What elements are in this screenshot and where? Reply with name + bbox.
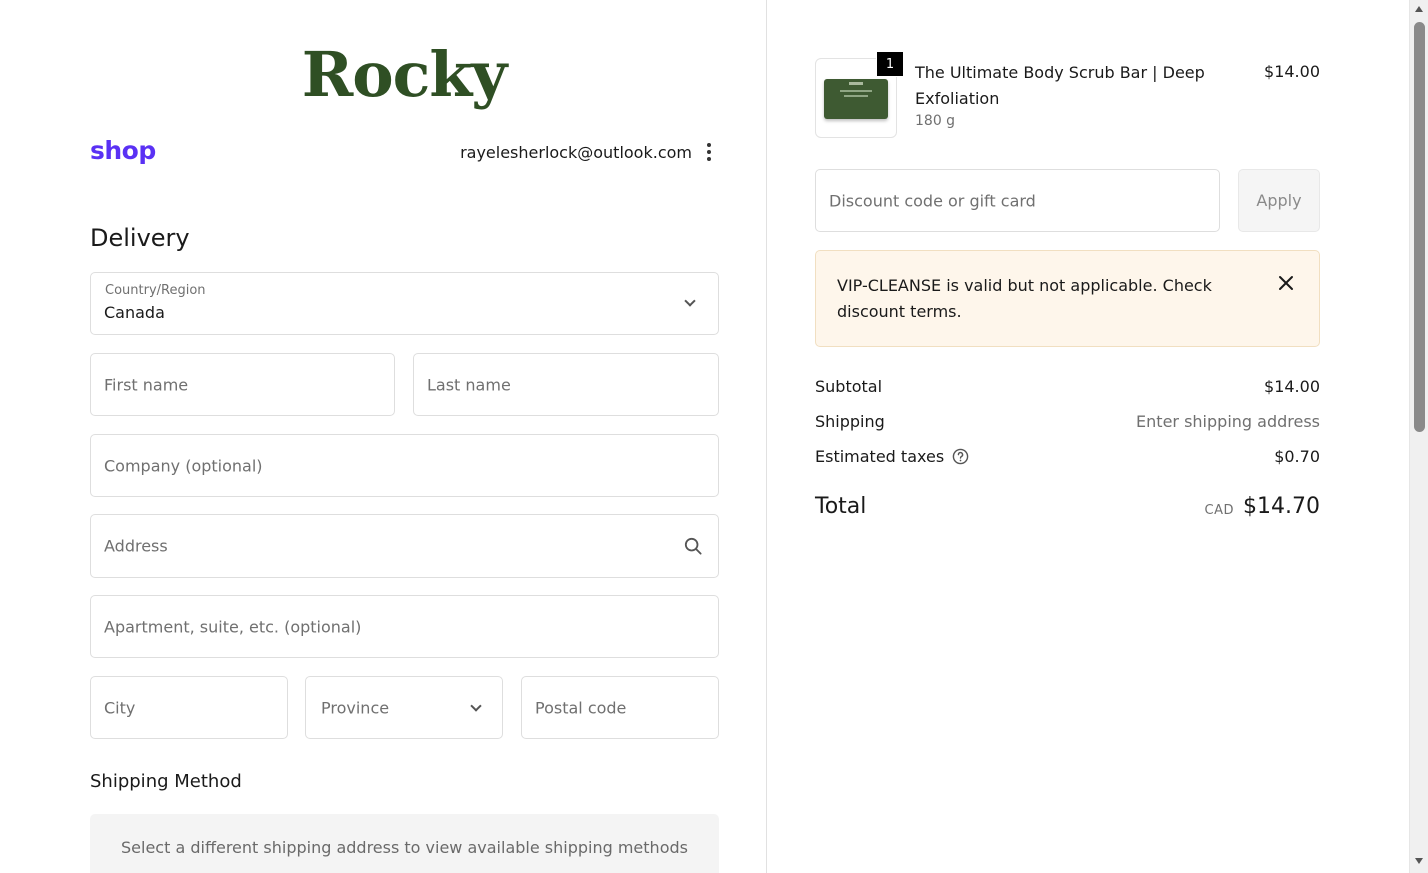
search-icon[interactable] — [684, 537, 702, 555]
country-label: Country/Region — [105, 283, 206, 298]
checkout-form-panel: Rocky shop rayelesherlock@outlook.com De… — [0, 0, 766, 873]
discount-notice-text: VIP-CLEANSE is valid but not applicable.… — [837, 276, 1212, 321]
country-select[interactable]: Country/Region Canada — [90, 272, 719, 335]
country-value: Canada — [104, 303, 165, 322]
discount-code-field[interactable]: Discount code or gift card — [815, 169, 1220, 232]
chevron-down-icon — [684, 295, 696, 307]
shop-pay-logo: shop — [90, 136, 156, 165]
total-label: Total — [815, 494, 867, 519]
shipping-value: Enter shipping address — [1136, 412, 1320, 431]
address-placeholder: Address — [104, 536, 168, 556]
subtotal-label: Subtotal — [815, 377, 883, 396]
product-name: The Ultimate Body Scrub Bar | Deep Exfol… — [915, 63, 1205, 108]
help-circle-icon[interactable] — [952, 448, 969, 465]
postal-code-field[interactable]: Postal code — [521, 676, 719, 739]
taxes-label: Estimated taxes — [815, 447, 945, 466]
account-menu-icon[interactable] — [702, 141, 716, 163]
shipping-label: Shipping — [815, 412, 885, 431]
address-field[interactable]: Address — [90, 514, 719, 578]
account-email: rayelesherlock@outlook.com — [460, 143, 692, 162]
apartment-placeholder: Apartment, suite, etc. (optional) — [104, 617, 362, 636]
last-name-placeholder: Last name — [427, 375, 511, 394]
scroll-down-icon[interactable] — [1415, 858, 1423, 864]
discount-code-placeholder: Discount code or gift card — [829, 191, 1036, 210]
province-placeholder: Province — [321, 698, 390, 717]
apartment-field[interactable]: Apartment, suite, etc. (optional) — [90, 595, 719, 658]
scrollbar-thumb[interactable] — [1414, 22, 1425, 432]
shipping-method-note: Select a different shipping address to v… — [121, 838, 688, 857]
city-placeholder: City — [104, 698, 136, 717]
province-select[interactable]: Province — [305, 676, 503, 739]
last-name-field[interactable]: Last name — [413, 353, 719, 416]
delivery-heading: Delivery — [90, 224, 190, 252]
product-price: $14.00 — [1264, 62, 1320, 81]
total-currency: CAD — [1204, 503, 1234, 518]
close-icon[interactable] — [1278, 275, 1294, 291]
first-name-placeholder: First name — [104, 375, 189, 394]
apply-button[interactable]: Apply — [1238, 169, 1320, 232]
subtotal-value: $14.00 — [1264, 377, 1320, 396]
discount-notice: VIP-CLEANSE is valid but not applicable.… — [815, 250, 1320, 347]
company-placeholder: Company (optional) — [104, 456, 263, 475]
product-variant: 180 g — [915, 113, 956, 129]
total-value: $14.70 — [1243, 494, 1320, 519]
postal-code-placeholder: Postal code — [535, 698, 627, 717]
taxes-value: $0.70 — [1274, 447, 1320, 466]
first-name-field[interactable]: First name — [90, 353, 395, 416]
chevron-down-icon — [470, 700, 482, 712]
scroll-up-icon[interactable] — [1415, 6, 1423, 12]
shipping-method-notice: Select a different shipping address to v… — [90, 814, 719, 873]
shipping-method-heading: Shipping Method — [90, 771, 242, 792]
city-field[interactable]: City — [90, 676, 288, 739]
store-logo[interactable]: Rocky — [0, 38, 808, 111]
order-summary-panel: 1 The Ultimate Body Scrub Bar | Deep Exf… — [767, 0, 1409, 873]
soap-bar-image — [824, 79, 888, 119]
page-scrollbar[interactable] — [1409, 0, 1428, 873]
company-field[interactable]: Company (optional) — [90, 434, 719, 497]
quantity-badge: 1 — [876, 51, 904, 77]
